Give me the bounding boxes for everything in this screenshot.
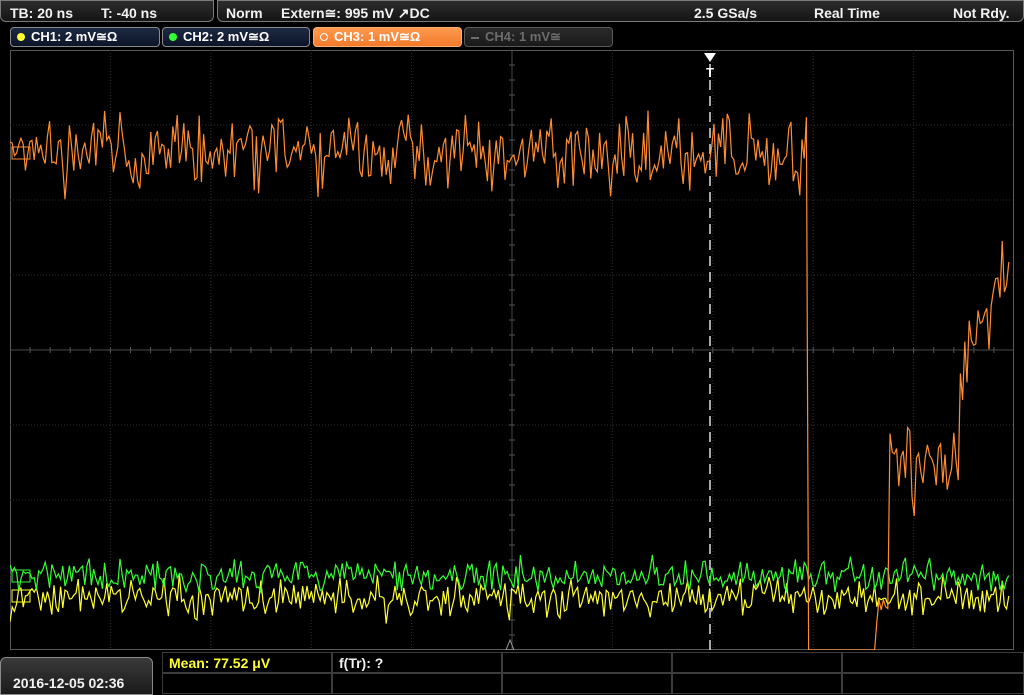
date-time-value: 2016-12-05 02:36 bbox=[13, 675, 125, 691]
measurement-cell-4[interactable] bbox=[672, 652, 842, 673]
time-reference-marker-icon bbox=[505, 638, 515, 650]
channel-3-tab[interactable]: CH3: 1 mV≅Ω bbox=[313, 27, 462, 47]
channel-1-label: CH1: 2 mV≅Ω bbox=[31, 29, 118, 44]
run-status[interactable]: Not Rdy. bbox=[953, 5, 1010, 21]
trigger-marker-label: T bbox=[706, 65, 714, 80]
measurement-cell-9[interactable] bbox=[672, 673, 842, 694]
trigger-panel[interactable]: Norm Extern≅: 995 mV ↗DC 2.5 GSa/s Real … bbox=[217, 0, 1024, 22]
measurement-cell-6[interactable] bbox=[162, 673, 332, 694]
sample-rate[interactable]: 2.5 GSa/s bbox=[694, 5, 757, 21]
channel-2-dot-icon bbox=[169, 33, 177, 41]
acquisition-mode[interactable]: Norm bbox=[226, 5, 263, 21]
trigger-position-arrow-icon[interactable] bbox=[704, 53, 716, 62]
trigger-time-value[interactable]: T: -40 ns bbox=[101, 5, 157, 21]
measurement-cell-5[interactable] bbox=[842, 652, 1024, 673]
channel-3-ring-icon bbox=[320, 33, 328, 41]
measurement-cell-10[interactable] bbox=[842, 673, 1024, 694]
date-time-display: 2016-12-05 02:36 bbox=[0, 657, 153, 695]
measurement-mean-cell[interactable]: Mean: 77.52 μV bbox=[162, 652, 332, 673]
channel-1-dot-icon bbox=[17, 33, 25, 41]
status-bar: TB: 20 ns T: -40 ns Norm Extern≅: 995 mV… bbox=[0, 0, 1024, 25]
channel-2-tab[interactable]: CH2: 2 mV≅Ω bbox=[162, 27, 310, 47]
channel-2-label: CH2: 2 mV≅Ω bbox=[183, 29, 270, 44]
channel-4-label: CH4: 1 mV≅ bbox=[485, 29, 561, 44]
measurement-cell-3[interactable] bbox=[502, 652, 672, 673]
measurement-frequency: f(Tr): ? bbox=[339, 655, 384, 671]
waveform-display[interactable]: T bbox=[10, 50, 1014, 650]
measurement-freq-cell[interactable]: f(Tr): ? bbox=[332, 652, 502, 673]
acquisition-type[interactable]: Real Time bbox=[814, 5, 880, 21]
timebase-value[interactable]: TB: 20 ns bbox=[10, 5, 73, 21]
measurement-cell-8[interactable] bbox=[502, 673, 672, 694]
measurement-bar[interactable]: Mean: 77.52 μV f(Tr): ? bbox=[162, 652, 1024, 695]
channel-3-label: CH3: 1 mV≅Ω bbox=[334, 29, 421, 44]
measurement-mean: Mean: 77.52 μV bbox=[169, 655, 271, 671]
channel-1-tab[interactable]: CH1: 2 mV≅Ω bbox=[10, 27, 160, 47]
measurement-cell-7[interactable] bbox=[332, 673, 502, 694]
trigger-source[interactable]: Extern≅: 995 mV ↗DC bbox=[281, 5, 430, 22]
channel-4-off-icon bbox=[471, 37, 479, 39]
timebase-panel[interactable]: TB: 20 ns T: -40 ns bbox=[0, 0, 214, 22]
channel-1-waveform bbox=[10, 573, 1010, 624]
channel-4-tab[interactable]: CH4: 1 mV≅ bbox=[464, 27, 613, 47]
